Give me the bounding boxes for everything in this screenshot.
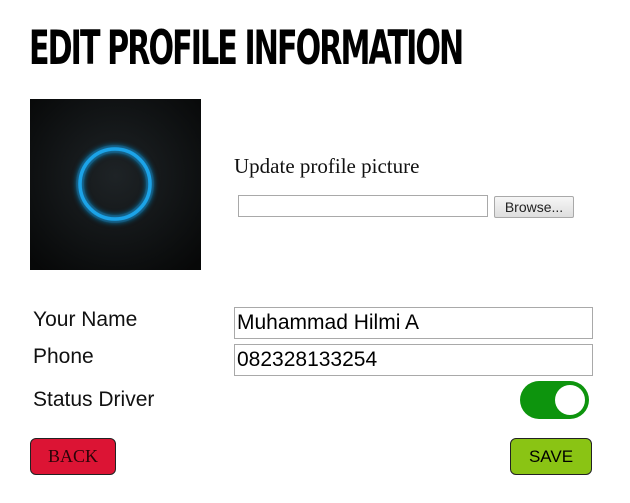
upload-profile-picture-label: Update profile picture [234, 154, 420, 178]
save-button[interactable]: SAVE [510, 438, 592, 475]
glowing-ring-avatar-icon [30, 99, 201, 270]
avatar [30, 99, 201, 270]
phone-input[interactable] [234, 344, 593, 376]
status-driver-toggle[interactable] [520, 381, 589, 419]
name-input[interactable] [234, 307, 593, 339]
name-label: Your Name [33, 308, 138, 331]
phone-label: Phone [33, 345, 94, 368]
toggle-knob [555, 385, 585, 415]
page-title: Edit Profile Information [29, 21, 464, 76]
browse-button[interactable]: Browse... [494, 196, 574, 218]
back-button[interactable]: BACK [30, 438, 116, 475]
status-driver-label: Status Driver [33, 388, 155, 411]
file-path-field[interactable] [238, 195, 488, 217]
